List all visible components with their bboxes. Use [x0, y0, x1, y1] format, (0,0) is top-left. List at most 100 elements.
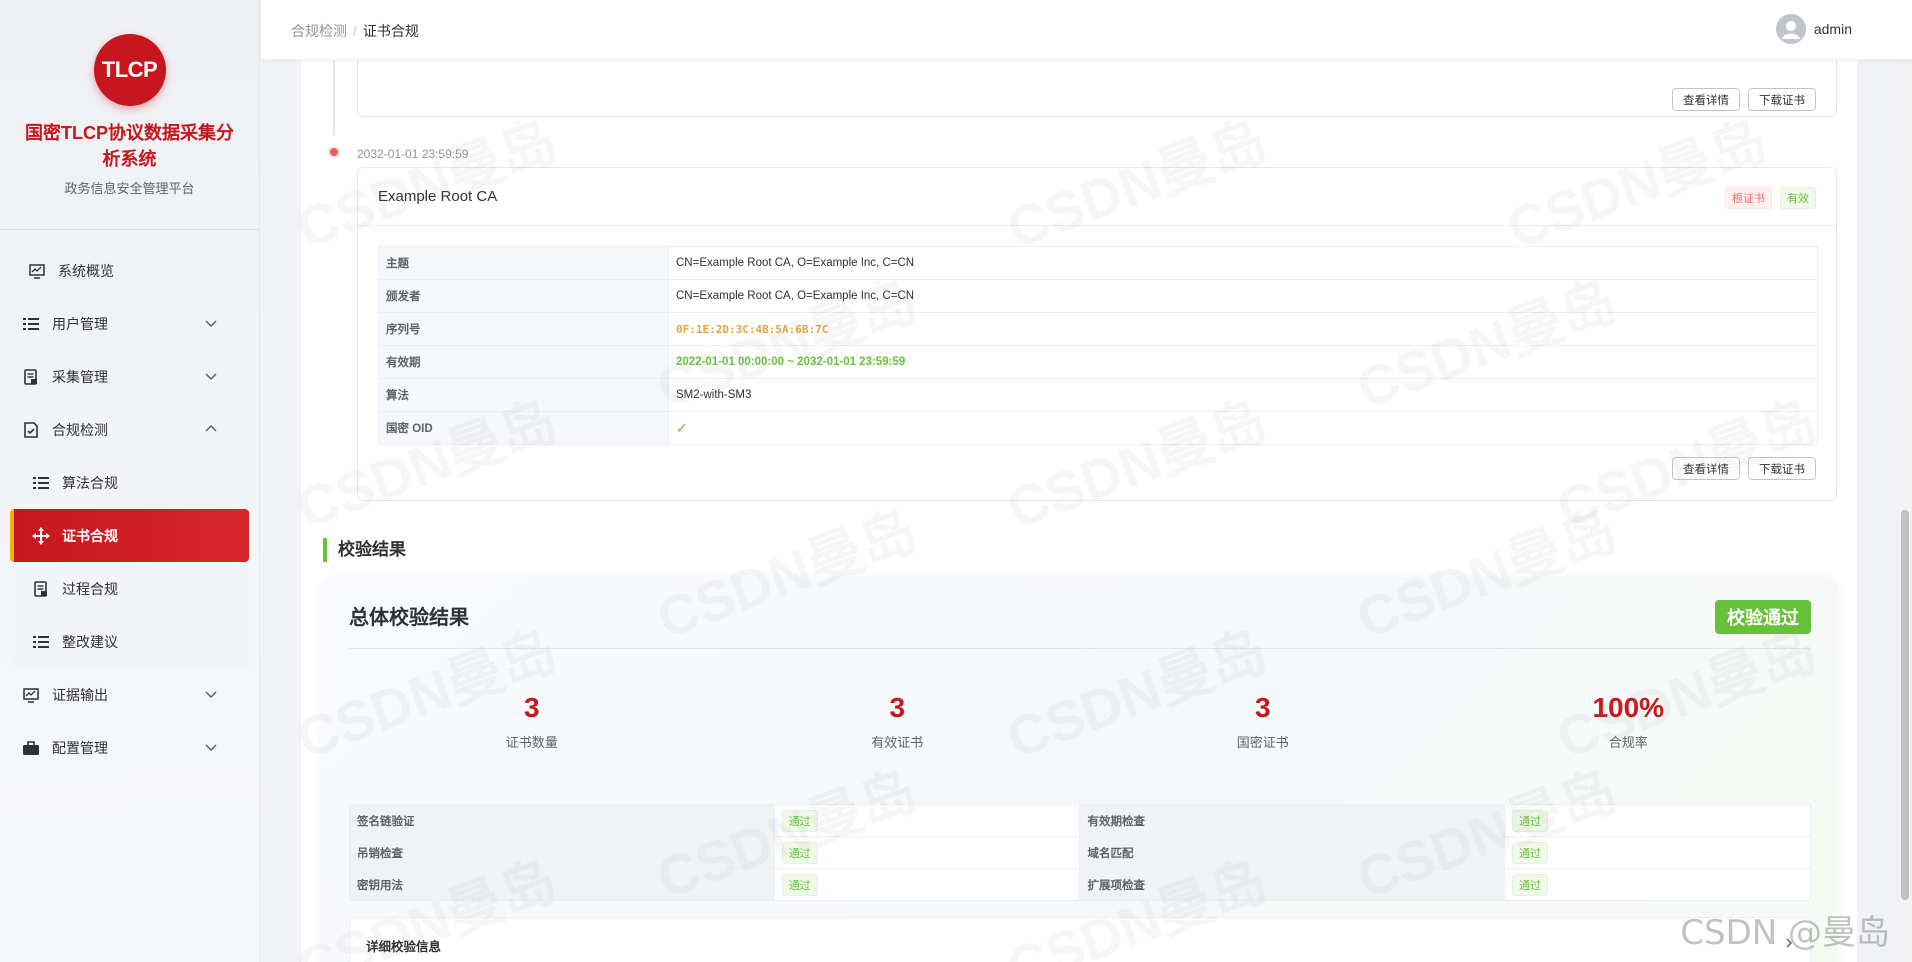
table-row: 签名链验证 通过 有效期检查 通过 [349, 804, 1811, 837]
chevron-up-icon [205, 424, 217, 432]
download-cert-button[interactable]: 下载证书 [1748, 457, 1816, 480]
row-key: 颁发者 [378, 279, 669, 313]
breadcrumb: 合规检测 / 证书合规 [291, 21, 419, 41]
sidebar-item-overview[interactable]: 系统概览 [0, 244, 259, 297]
sidebar-item-label: 过程合规 [62, 580, 118, 597]
document-check-icon [22, 421, 40, 439]
stat-valid-certs: 3 有效证书 [715, 692, 1081, 751]
breadcrumb-current: 证书合规 [362, 23, 419, 39]
stat-label: 有效证书 [871, 735, 924, 750]
check-name: 域名匹配 [1079, 836, 1506, 869]
validity-period: 2022-01-01 00:00:00 ~ 2032-01-01 23:59:5… [668, 345, 1818, 379]
section-title: 校验结果 [323, 538, 406, 562]
main-content: 查看详情 下载证书 2032-01-01 23:59:59 Example Ro… [261, 60, 1912, 962]
stat-gm-certs: 3 国密证书 [1080, 692, 1446, 751]
check-result: 通过 [773, 836, 1081, 869]
breadcrumb-parent-link[interactable]: 合规检测 [291, 23, 347, 39]
breadcrumb-separator: / [353, 23, 357, 39]
pass-tag: 通过 [1512, 873, 1549, 896]
sidebar-item-config[interactable]: 配置管理 [0, 721, 259, 774]
sidebar-item-label: 算法合规 [62, 474, 118, 491]
scrollbar[interactable] [1898, 60, 1912, 962]
valid-tag: 有效 [1780, 187, 1816, 209]
detail-label: 详细校验信息 [366, 940, 442, 954]
sidebar-item-label: 证据输出 [52, 686, 108, 703]
nav-menu: 系统概览 用户管理 采集管理 合规检测 算法合规 证书合规 过程合规 整改建议 … [0, 230, 259, 774]
cert-details-table: 主题 CN=Example Root CA, O=Example Inc, C=… [378, 246, 1818, 445]
table-row: 吊销检查 通过 域名匹配 通过 [349, 836, 1811, 869]
briefcase-icon [22, 739, 40, 757]
check-result: 通过 [773, 868, 1081, 901]
user-menu[interactable]: admin [1775, 14, 1852, 44]
check-icon: ✓ [668, 411, 1818, 445]
sidebar-item-rectification[interactable]: 整改建议 [10, 615, 249, 668]
table-row: 国密 OID ✓ [378, 411, 1818, 445]
sidebar-item-certificate-compliance[interactable]: 证书合规 [10, 509, 249, 562]
view-detail-button[interactable]: 查看详情 [1672, 88, 1740, 111]
stat-label: 合规率 [1608, 735, 1648, 750]
sidebar: TLCP 国密TLCP协议数据采集分析系统 政务信息安全管理平台 系统概览 用户… [0, 0, 260, 962]
pass-tag: 通过 [1512, 841, 1549, 864]
timeline-line [333, 60, 335, 135]
stat-value: 3 [1254, 692, 1271, 723]
row-key: 有效期 [378, 345, 669, 379]
sidebar-item-process-compliance[interactable]: 过程合规 [10, 562, 249, 615]
sidebar-item-label: 用户管理 [52, 315, 108, 332]
cert-card: Example Root CA 根证书 有效 主题 CN=Example Roo… [357, 167, 1837, 501]
monitor-icon [28, 262, 46, 280]
certificate-panel: 查看详情 下载证书 2032-01-01 23:59:59 Example Ro… [301, 60, 1857, 962]
sidebar-item-label: 合规检测 [52, 421, 108, 438]
serial-number: 0F:1E:2D:3C:4B:5A:6B:7C [668, 312, 1818, 346]
check-name: 签名链验证 [349, 804, 775, 837]
monitor-icon [22, 686, 40, 704]
chevron-down-icon [205, 691, 217, 699]
stat-cert-count: 3 证书数量 [349, 692, 715, 751]
chevron-down-icon [205, 744, 217, 752]
prev-card-actions: 查看详情 下载证书 [1672, 88, 1816, 111]
app-subtitle: 政务信息安全管理平台 [64, 181, 195, 196]
sidebar-item-compliance[interactable]: 合规检测 [0, 403, 259, 456]
sidebar-item-label: 配置管理 [52, 739, 108, 756]
result-title: 总体校验结果 [349, 607, 469, 629]
logo: TLCP [93, 34, 166, 106]
table-row: 主题 CN=Example Root CA, O=Example Inc, C=… [378, 246, 1818, 280]
row-key: 算法 [378, 378, 669, 412]
view-detail-button[interactable]: 查看详情 [1672, 457, 1740, 480]
row-key: 主题 [378, 246, 669, 280]
sidebar-item-label: 证书合规 [62, 527, 118, 544]
document-icon [22, 368, 40, 386]
cert-card-actions: 查看详情 下载证书 [1672, 457, 1816, 480]
stats-row: 3 证书数量 3 有效证书 3 国密证书 100% 合规率 [349, 692, 1811, 751]
download-cert-button[interactable]: 下载证书 [1748, 88, 1816, 111]
app-title: 国密TLCP协议数据采集分析系统 [25, 123, 234, 169]
scrollbar-thumb[interactable] [1901, 510, 1909, 900]
pass-tag: 通过 [781, 809, 818, 832]
stat-compliance-rate: 100% 合规率 [1446, 692, 1812, 751]
csdn-watermark: CSDN @曼岛 [1680, 913, 1890, 953]
overall-result-card: 总体校验结果 校验通过 3 证书数量 3 有效证书 3 国密证书 100% 合规… [323, 577, 1837, 962]
sidebar-item-evidence-output[interactable]: 证据输出 [0, 668, 259, 721]
avatar-icon [1775, 14, 1806, 44]
cert-tags: 根证书 有效 [1725, 187, 1816, 209]
document-icon [32, 580, 50, 598]
table-row: 算法 SM2-with-SM3 [378, 378, 1818, 412]
timeline-dot [328, 146, 340, 158]
row-value: CN=Example Root CA, O=Example Inc, C=CN [668, 279, 1818, 313]
check-name: 扩展项检查 [1079, 868, 1506, 901]
table-row: 密钥用法 通过 扩展项检查 通过 [349, 868, 1811, 901]
check-result: 通过 [1504, 804, 1811, 837]
cert-card-header: Example Root CA 根证书 有效 [358, 168, 1836, 226]
sidebar-item-label: 整改建议 [62, 633, 118, 650]
detail-collapse-header[interactable]: 详细校验信息 [349, 917, 1811, 962]
pass-tag: 通过 [781, 873, 818, 896]
check-name: 密钥用法 [349, 868, 775, 901]
compliance-submenu: 算法合规 证书合规 过程合规 整改建议 [10, 456, 249, 668]
sidebar-item-label: 采集管理 [52, 368, 108, 385]
previous-cert-card: 查看详情 下载证书 [357, 60, 1837, 117]
sidebar-item-collection[interactable]: 采集管理 [0, 350, 259, 403]
sidebar-item-algorithm-compliance[interactable]: 算法合规 [10, 456, 249, 509]
pass-tag: 通过 [1512, 809, 1549, 832]
sidebar-item-users[interactable]: 用户管理 [0, 297, 259, 350]
top-header: 合规检测 / 证书合规 admin [261, 0, 1912, 60]
table-row: 序列号 0F:1E:2D:3C:4B:5A:6B:7C [378, 312, 1818, 346]
